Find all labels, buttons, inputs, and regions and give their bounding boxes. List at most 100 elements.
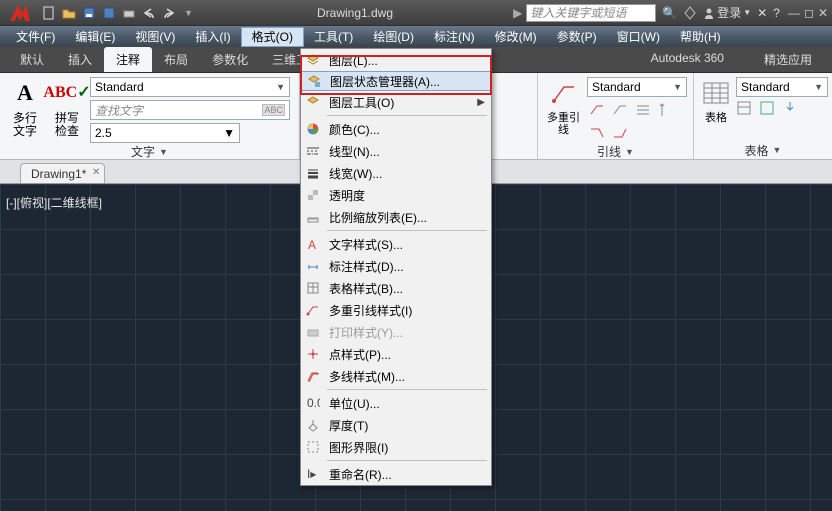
- search-input[interactable]: 键入关键字或短语: [526, 4, 656, 22]
- redo-icon[interactable]: [160, 4, 178, 22]
- text-height-combo[interactable]: 2.5▼: [90, 123, 240, 143]
- menu-item-rename[interactable]: I▸重命名(R)...: [301, 463, 491, 485]
- login-button[interactable]: 登录 ▼: [703, 4, 751, 21]
- ribbon-tab-1[interactable]: 插入: [56, 47, 104, 72]
- menu-item-layers[interactable]: 图层(L)...: [301, 49, 491, 71]
- leader-edit-icon[interactable]: [587, 123, 607, 143]
- plot-icon[interactable]: [120, 4, 138, 22]
- menu-item-dimstyle[interactable]: 标注样式(D)...: [301, 255, 491, 277]
- table-icon: [700, 77, 732, 109]
- undo-icon[interactable]: [140, 4, 158, 22]
- leader-remove-icon[interactable]: [610, 100, 630, 120]
- menu-item-mlinestyle[interactable]: 多线样式(M)...: [301, 365, 491, 387]
- leader-align-icon[interactable]: [633, 100, 653, 120]
- menu-item-layertools[interactable]: 图层工具(O)▶: [301, 91, 491, 113]
- plotstyle-icon: [305, 324, 321, 340]
- menu-item-label: 颜色(C)...: [329, 121, 380, 138]
- format-menu-dropdown: 图层(L)... 图层状态管理器(A)...图层工具(O)▶ 颜色(C)... 线型(…: [300, 48, 492, 486]
- app-logo[interactable]: [4, 1, 36, 25]
- new-icon[interactable]: [40, 4, 58, 22]
- ribbon-tab-2[interactable]: 注释: [104, 47, 152, 72]
- ribbon-tab-ext-0[interactable]: Autodesk 360: [639, 47, 736, 72]
- ribbon-tab-4[interactable]: 参数化: [200, 47, 260, 72]
- menu-item-thickness[interactable]: 厚度(T): [301, 414, 491, 436]
- help-icon[interactable]: ?: [773, 6, 780, 20]
- menu-item-transparency[interactable]: 透明度: [301, 184, 491, 206]
- panel-table-title[interactable]: 表格▼: [700, 141, 826, 159]
- menu-5[interactable]: 工具(T): [304, 26, 363, 48]
- menu-6[interactable]: 绘图(D): [363, 26, 424, 48]
- table-link-icon[interactable]: [736, 100, 756, 120]
- search-icon[interactable]: 🔍: [662, 6, 677, 20]
- ribbon-tab-3[interactable]: 布局: [152, 47, 200, 72]
- menu-9[interactable]: 参数(P): [547, 26, 607, 48]
- table-download-icon[interactable]: [782, 100, 802, 120]
- find-icon[interactable]: ABC: [262, 104, 285, 116]
- menu-item-label: 图层状态管理器(A)...: [330, 73, 440, 90]
- menu-separator: [327, 230, 487, 231]
- menu-item-pointstyle[interactable]: 点样式(P)...: [301, 343, 491, 365]
- panel-text: A 多行文字 ABC✓ 拼写检查 Standard▼ 查找文字 ABC 2.5▼: [0, 73, 300, 159]
- menu-item-label: 单位(U)...: [329, 395, 380, 412]
- save-icon[interactable]: [80, 4, 98, 22]
- menu-item-color[interactable]: 颜色(C)...: [301, 118, 491, 140]
- open-icon[interactable]: [60, 4, 78, 22]
- panel-text-title[interactable]: 文字▼: [6, 143, 293, 160]
- find-text-input[interactable]: 查找文字 ABC: [90, 100, 290, 120]
- menu-2[interactable]: 视图(V): [125, 26, 185, 48]
- minimize-icon[interactable]: —: [788, 6, 800, 20]
- exchange2-icon[interactable]: ✕: [757, 6, 767, 20]
- table-extract-icon[interactable]: [759, 100, 779, 120]
- maximize-icon[interactable]: ◻: [804, 6, 814, 20]
- close-icon[interactable]: ✕: [818, 6, 828, 20]
- spellcheck-icon: ABC✓: [51, 77, 83, 109]
- table-style-combo[interactable]: Standard▼: [736, 77, 828, 97]
- menu-item-units[interactable]: 0.0单位(U)...: [301, 392, 491, 414]
- table-button[interactable]: 表格: [700, 77, 732, 124]
- viewport-label[interactable]: [-][俯视][二维线框]: [6, 194, 102, 211]
- menu-item-lineweight[interactable]: 线宽(W)...: [301, 162, 491, 184]
- text-style-combo[interactable]: Standard▼: [90, 77, 290, 97]
- menu-item-tablestyle[interactable]: 表格样式(B)...: [301, 277, 491, 299]
- menu-0[interactable]: 文件(F): [6, 26, 65, 48]
- menu-item-label: 表格样式(B)...: [329, 280, 403, 297]
- layertools-icon: [305, 94, 321, 110]
- menu-item-label: 多线样式(M)...: [329, 368, 405, 385]
- saveas-icon[interactable]: [100, 4, 118, 22]
- limits-icon: [305, 439, 321, 455]
- menu-7[interactable]: 标注(N): [424, 26, 485, 48]
- menu-item-limits[interactable]: 图形界限(I): [301, 436, 491, 458]
- mleader-button[interactable]: 多重引线: [544, 77, 583, 136]
- menu-item-label: 点样式(P)...: [329, 346, 391, 363]
- rename-icon: I▸: [305, 466, 321, 482]
- menu-item-mleaderstyle[interactable]: 多重引线样式(I): [301, 299, 491, 321]
- menu-11[interactable]: 帮助(H): [670, 26, 731, 48]
- menu-item-scale[interactable]: 比例缩放列表(E)...: [301, 206, 491, 228]
- ribbon-tab-0[interactable]: 默认: [8, 47, 56, 72]
- thickness-icon: [305, 417, 321, 433]
- menu-4[interactable]: 格式(O): [241, 27, 304, 47]
- menu-item-textstyle[interactable]: A文字样式(S)...: [301, 233, 491, 255]
- leader-edit2-icon[interactable]: [610, 123, 630, 143]
- spellcheck-button[interactable]: ABC✓ 拼写检查: [48, 77, 86, 138]
- svg-text:I▸: I▸: [307, 467, 316, 481]
- menu-item-label: 图形界限(I): [329, 439, 388, 456]
- panel-leader-title[interactable]: 引线▼: [544, 143, 687, 160]
- layerstate-icon: [306, 73, 322, 89]
- file-tab[interactable]: Drawing1* ✕: [20, 163, 105, 183]
- ribbon-tab-ext-1[interactable]: 精选应用: [752, 47, 824, 72]
- mtext-button[interactable]: A 多行文字: [6, 77, 44, 138]
- leader-add-icon[interactable]: [587, 100, 607, 120]
- menu-1[interactable]: 编辑(E): [65, 26, 125, 48]
- exchange-icon[interactable]: [683, 6, 697, 20]
- close-icon[interactable]: ✕: [92, 167, 100, 178]
- menu-10[interactable]: 窗口(W): [607, 26, 670, 48]
- menu-item-label: 文字样式(S)...: [329, 236, 403, 253]
- leader-collect-icon[interactable]: [656, 100, 676, 120]
- menu-3[interactable]: 插入(I): [185, 26, 240, 48]
- menu-item-linetype[interactable]: 线型(N)...: [301, 140, 491, 162]
- menu-8[interactable]: 修改(M): [485, 26, 547, 48]
- leader-style-combo[interactable]: Standard▼: [587, 77, 687, 97]
- menu-item-label: 厚度(T): [329, 417, 368, 434]
- menu-item-layerstate[interactable]: 图层状态管理器(A)...: [301, 71, 491, 91]
